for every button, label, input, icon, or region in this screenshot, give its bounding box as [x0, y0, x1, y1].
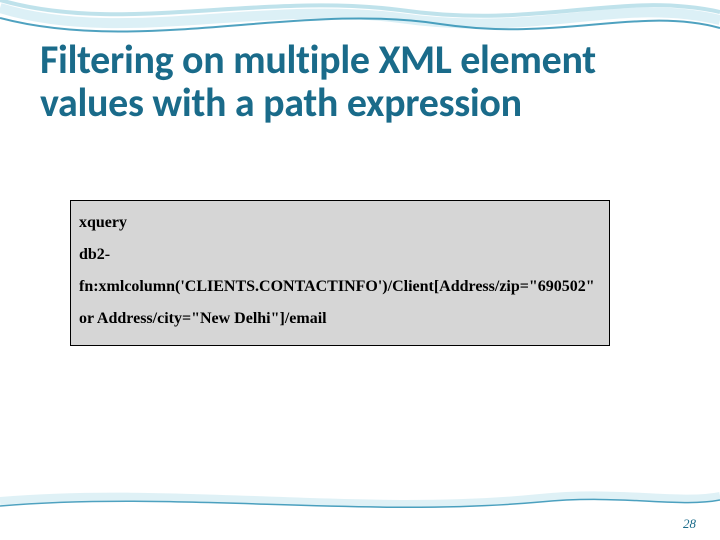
page-number: 28 [683, 516, 696, 532]
code-line: db2-fn:xmlcolumn('CLIENTS.CONTACTINFO')/… [79, 239, 601, 303]
slide-title: Filtering on multiple XML element values… [40, 38, 680, 124]
code-line: xquery [79, 207, 601, 239]
code-box: xquery db2-fn:xmlcolumn('CLIENTS.CONTACT… [70, 200, 610, 346]
slide: Filtering on multiple XML element values… [0, 0, 720, 540]
decorative-wave-bottom [0, 486, 720, 516]
code-line: or Address/city="New Delhi"]/email [79, 303, 601, 335]
